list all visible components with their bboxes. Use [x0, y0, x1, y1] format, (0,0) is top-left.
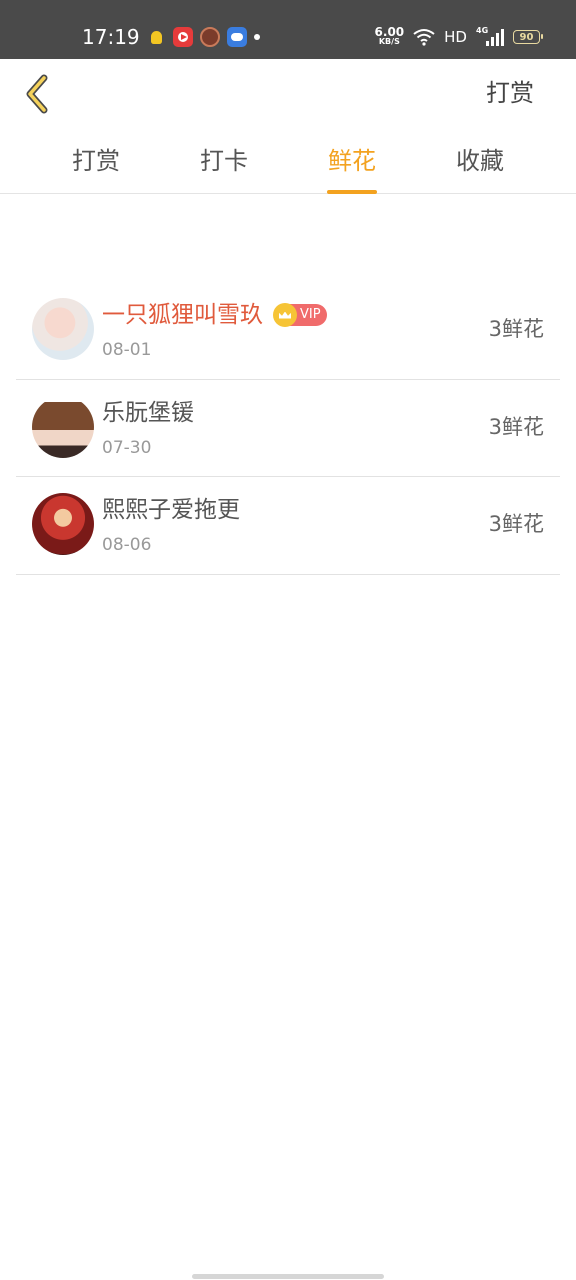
list-item[interactable]: 乐朊堡锾 07-30 3鲜花: [16, 380, 560, 477]
crown-icon: [273, 303, 297, 327]
flower-list: 一只狐狸叫雪玖 VIP 08-01 3鲜花 乐朊堡锾 07-30 3鲜花 熙熙子…: [16, 282, 560, 575]
list-item[interactable]: 一只狐狸叫雪玖 VIP 08-01 3鲜花: [16, 282, 560, 380]
video-app-icon: [173, 27, 193, 47]
reward-button[interactable]: 打赏: [486, 76, 534, 110]
status-indicators: 6.00 KB/S HD 4G 90: [374, 24, 543, 50]
name-line: 一只狐狸叫雪玖 VIP: [102, 299, 327, 331]
avatar[interactable]: [32, 395, 94, 458]
net-speed-unit: KB/S: [378, 37, 400, 46]
status-time: 17:19: [82, 25, 140, 49]
active-tab-indicator: [327, 190, 377, 194]
tab-flowers[interactable]: 鲜花: [317, 144, 387, 194]
name-line: 乐朊堡锾: [102, 397, 194, 429]
net-speed-value: 6.00: [374, 25, 405, 39]
net-speed: 6.00 KB/S: [374, 25, 405, 47]
battery-icon: 90: [513, 30, 543, 44]
flower-count: 3鲜花: [488, 414, 544, 439]
item-date: 08-06: [102, 535, 152, 555]
item-date: 08-01: [102, 340, 152, 360]
tab-checkin[interactable]: 打卡: [189, 144, 259, 178]
vip-badge: VIP: [273, 303, 327, 327]
user-name[interactable]: 熙熙子爱拖更: [102, 494, 240, 526]
network-type: 4G: [476, 26, 489, 35]
list-item[interactable]: 熙熙子爱拖更 08-06 3鲜花: [16, 477, 560, 575]
flower-count: 3鲜花: [488, 512, 544, 536]
item-date: 07-30: [102, 437, 152, 458]
back-button[interactable]: [18, 70, 58, 118]
vip-label: VIP: [300, 307, 321, 322]
flower-count: 3鲜花: [488, 317, 544, 341]
tab-favorites[interactable]: 收藏: [445, 144, 515, 178]
user-name[interactable]: 一只狐狸叫雪玖: [102, 299, 263, 331]
avatar[interactable]: [32, 298, 94, 360]
chevron-left-icon: [26, 74, 48, 114]
avatar[interactable]: [32, 493, 94, 555]
status-bar: 17:19 6.00 KB/S HD 4G 90: [0, 0, 576, 59]
tab-label: 鲜花: [328, 147, 376, 175]
bulb-icon: [146, 27, 166, 47]
name-line: 熙熙子爱拖更: [102, 494, 240, 526]
tab-label: 打卡: [200, 147, 248, 175]
signal-icon: 4G: [476, 26, 504, 46]
tab-label: 收藏: [456, 147, 504, 175]
notification-dot-icon: [254, 34, 260, 40]
status-app-icons: [146, 26, 260, 48]
home-indicator[interactable]: [192, 1274, 384, 1279]
hd-label: HD: [444, 28, 467, 46]
tab-label: 打赏: [72, 147, 120, 175]
tab-bar: 打赏 打卡 鲜花 收藏: [0, 138, 576, 194]
avatar-app-icon: [200, 27, 220, 47]
wifi-icon: [413, 29, 435, 46]
user-name[interactable]: 乐朊堡锾: [102, 397, 194, 429]
battery-level: 90: [519, 31, 534, 43]
tab-reward[interactable]: 打赏: [61, 144, 131, 178]
cloud-app-icon: [227, 27, 247, 47]
